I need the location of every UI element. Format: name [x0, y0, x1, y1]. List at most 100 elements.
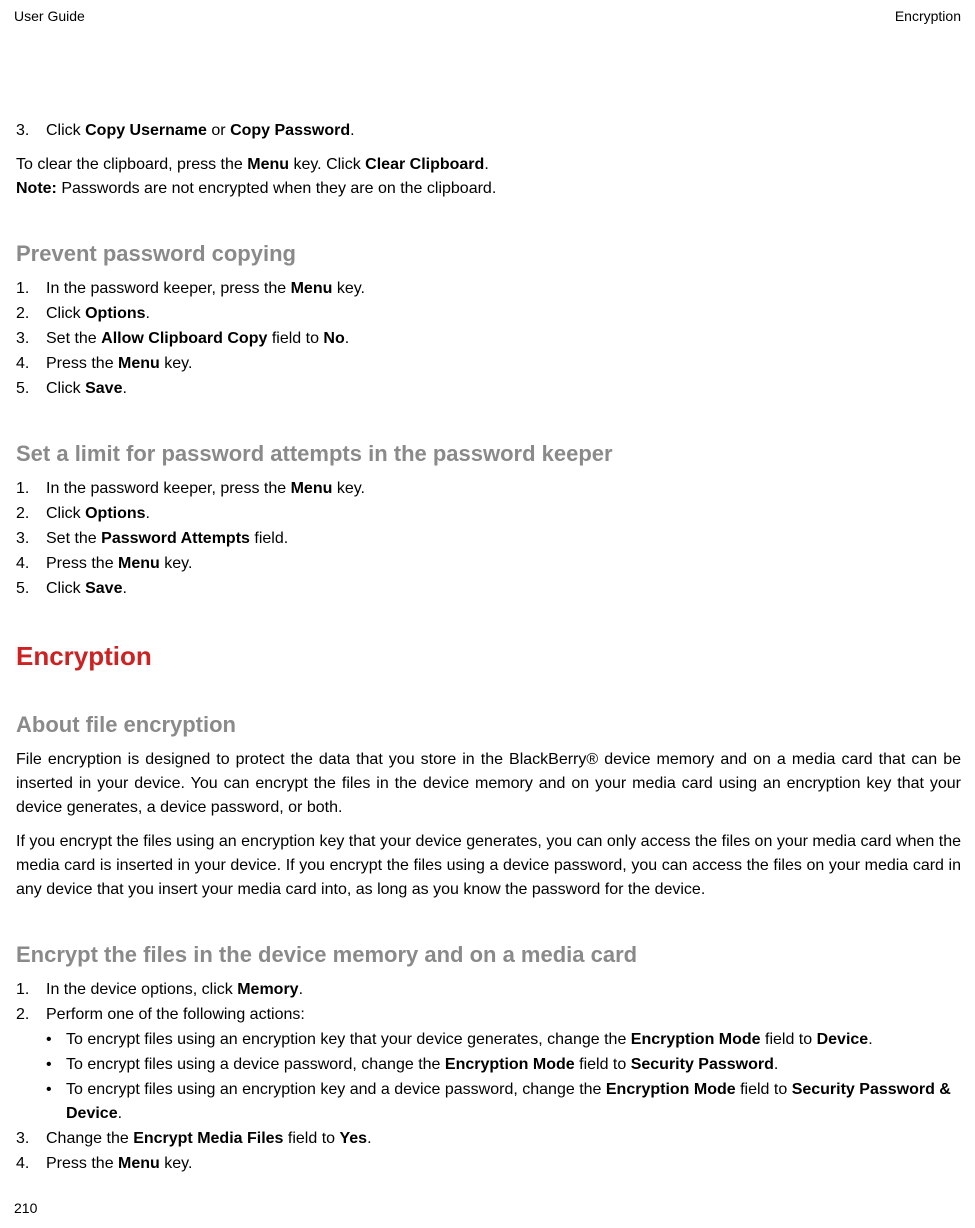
text: .: [345, 330, 349, 347]
section-title-about-file-encryption: About file encryption: [16, 712, 961, 738]
text: Press the: [46, 355, 118, 372]
text: In the password keeper, press the: [46, 280, 291, 297]
text: .: [367, 1130, 371, 1147]
note-line: Note: Passwords are not encrypted when t…: [16, 177, 961, 201]
step-body: Click Options.: [46, 302, 961, 326]
text: key.: [332, 480, 365, 497]
text: Click: [46, 380, 85, 397]
page-header: User Guide Encryption: [14, 8, 961, 24]
bold: Menu: [118, 1155, 160, 1172]
step-body: Change the Encrypt Media Files field to …: [46, 1127, 961, 1151]
step-number: 4.: [16, 352, 46, 376]
list-item: 3. Set the Allow Clipboard Copy field to…: [16, 327, 961, 351]
list-item: 2. Click Options.: [16, 302, 961, 326]
text: field to: [761, 1031, 817, 1048]
note-label: Note:: [16, 180, 57, 197]
text: .: [350, 122, 354, 139]
step-body: Click Copy Username or Copy Password.: [46, 119, 961, 143]
text: Click: [46, 505, 85, 522]
text: To encrypt files using an encryption key…: [66, 1081, 606, 1098]
text: Change the: [46, 1130, 133, 1147]
list-item: 1. In the device options, click Memory.: [16, 978, 961, 1002]
list-item: 3. Change the Encrypt Media Files field …: [16, 1127, 961, 1151]
list-item: 4. Press the Menu key.: [16, 352, 961, 376]
list-item: 4. Press the Menu key.: [16, 552, 961, 576]
text: .: [868, 1031, 872, 1048]
step-body: Press the Menu key.: [46, 552, 961, 576]
bullet-marker: •: [46, 1053, 66, 1077]
text: or: [207, 122, 230, 139]
list-item: 4. Press the Menu key.: [16, 1152, 961, 1176]
bullet-item: • To encrypt files using an encryption k…: [46, 1078, 961, 1126]
bold: Encryption Mode: [631, 1031, 761, 1048]
step-body: Perform one of the following actions:: [46, 1003, 961, 1027]
text: key.: [160, 1155, 193, 1172]
bold: Yes: [339, 1130, 367, 1147]
step-number: 3.: [16, 119, 46, 143]
bold: Save: [85, 380, 122, 397]
header-left: User Guide: [14, 8, 85, 24]
text: key.: [160, 355, 193, 372]
bold: Memory: [237, 981, 298, 998]
text: .: [146, 305, 150, 322]
bullet-item: • To encrypt files using a device passwo…: [46, 1053, 961, 1077]
list-item: 1. In the password keeper, press the Men…: [16, 277, 961, 301]
bullet-body: To encrypt files using an encryption key…: [66, 1078, 961, 1126]
text: .: [299, 981, 303, 998]
text: To clear the clipboard, press the: [16, 156, 247, 173]
section-title-encryption: Encryption: [16, 641, 961, 672]
text: Set the: [46, 330, 101, 347]
step-number: 1.: [16, 477, 46, 501]
bold: Save: [85, 580, 122, 597]
page-content: 3. Click Copy Username or Copy Password.…: [14, 119, 961, 1176]
text: To encrypt files using an encryption key…: [66, 1031, 631, 1048]
step-body: Press the Menu key.: [46, 352, 961, 376]
bullet-item: • To encrypt files using an encryption k…: [46, 1028, 961, 1052]
text: field to: [283, 1130, 339, 1147]
text: field to: [267, 330, 323, 347]
bold: Encrypt Media Files: [133, 1130, 283, 1147]
bold: No: [323, 330, 344, 347]
note-text: Passwords are not encrypted when they ar…: [57, 180, 496, 197]
bold: Copy Username: [85, 122, 207, 139]
text: key.: [332, 280, 365, 297]
bullet-marker: •: [46, 1028, 66, 1052]
step-number: 3.: [16, 327, 46, 351]
bold: Security Password: [631, 1056, 774, 1073]
text: field to: [575, 1056, 631, 1073]
header-right: Encryption: [895, 8, 961, 24]
text: In the device options, click: [46, 981, 237, 998]
page-number: 210: [14, 1200, 37, 1216]
text: Press the: [46, 555, 118, 572]
text: field.: [250, 530, 288, 547]
bullet-marker: •: [46, 1078, 66, 1126]
section-title-prevent-copying: Prevent password copying: [16, 241, 961, 267]
bold: Menu: [291, 280, 333, 297]
list-item: 2. Click Options.: [16, 502, 961, 526]
bullet-body: To encrypt files using a device password…: [66, 1053, 778, 1077]
step-body: Press the Menu key.: [46, 1152, 961, 1176]
bold: Allow Clipboard Copy: [101, 330, 267, 347]
step-body: Click Save.: [46, 377, 961, 401]
bullet-body: To encrypt files using an encryption key…: [66, 1028, 873, 1052]
step-number: 1.: [16, 978, 46, 1002]
step-number: 2.: [16, 1003, 46, 1027]
step-body: Set the Allow Clipboard Copy field to No…: [46, 327, 961, 351]
about-encryption-para1: File encryption is designed to protect t…: [16, 748, 961, 820]
step-number: 1.: [16, 277, 46, 301]
step-body: Set the Password Attempts field.: [46, 527, 961, 551]
text: .: [484, 156, 488, 173]
text: .: [774, 1056, 778, 1073]
step-body: Click Options.: [46, 502, 961, 526]
text: .: [122, 580, 126, 597]
list-item: 5. Click Save.: [16, 377, 961, 401]
text: key.: [160, 555, 193, 572]
text: field to: [736, 1081, 792, 1098]
step-number: 2.: [16, 502, 46, 526]
step-body: Click Save.: [46, 577, 961, 601]
bold: Password Attempts: [101, 530, 250, 547]
step-number: 2.: [16, 302, 46, 326]
clipboard-para: To clear the clipboard, press the Menu k…: [16, 153, 961, 177]
text: key. Click: [289, 156, 365, 173]
text: To encrypt files using a device password…: [66, 1056, 445, 1073]
